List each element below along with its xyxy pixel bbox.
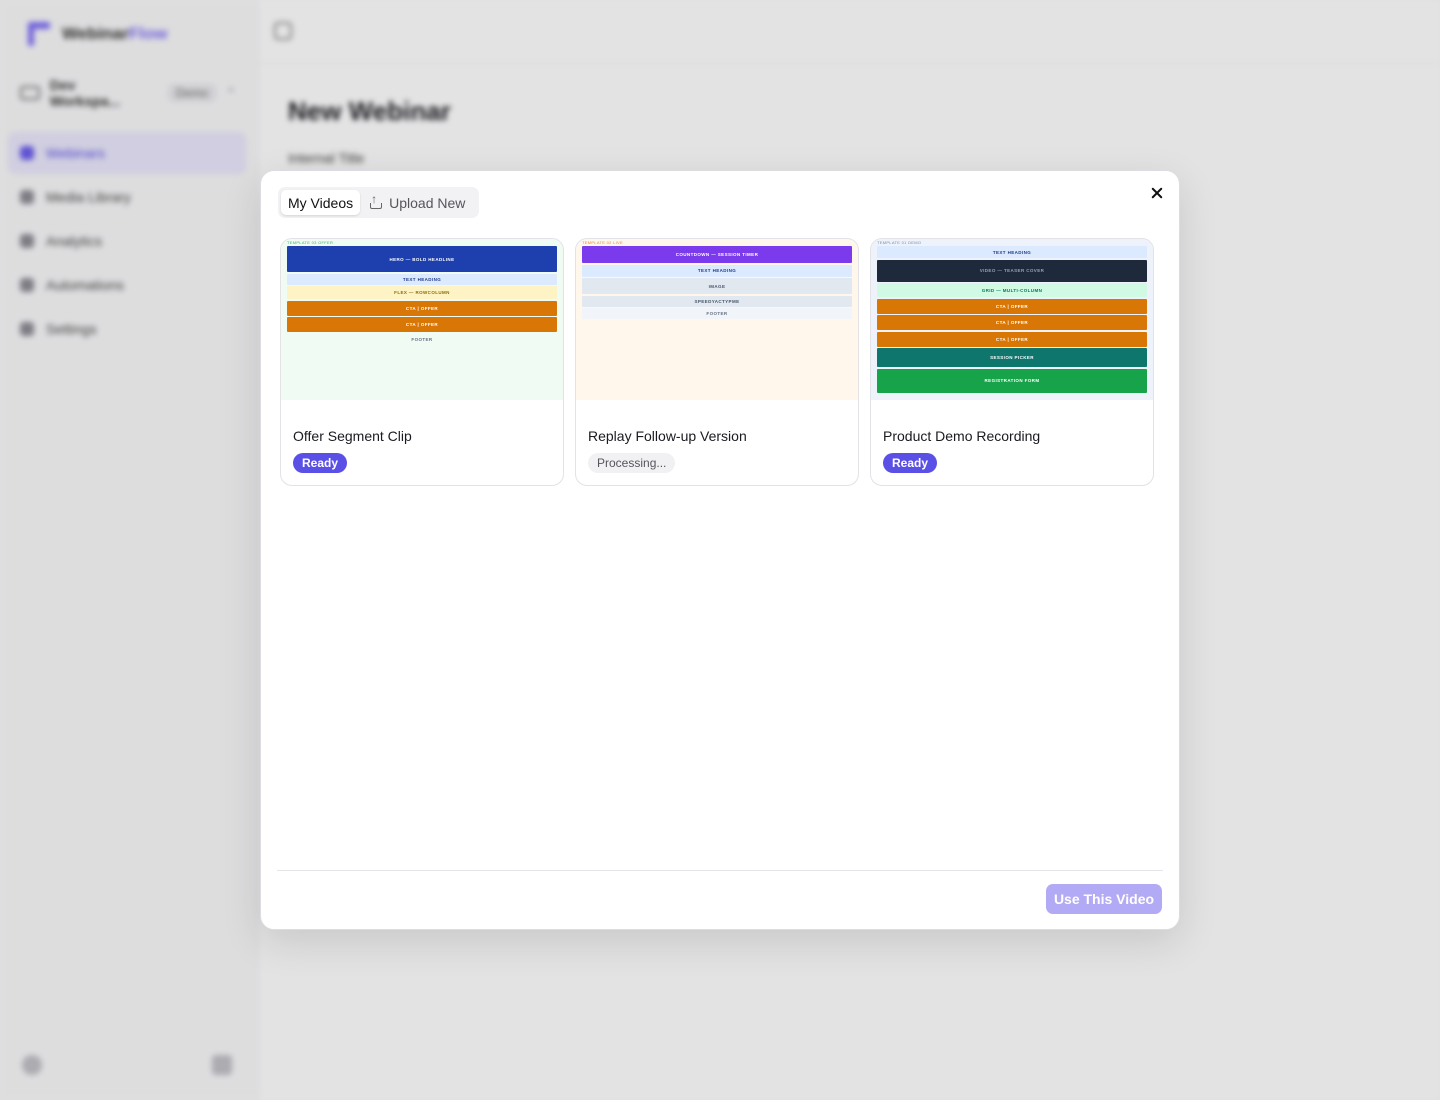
video-title: Replay Follow-up Version (588, 428, 747, 444)
thumbnail-block: COUNTDOWN — SESSION TIMER (582, 246, 852, 263)
use-this-video-button[interactable]: Use This Video (1046, 884, 1162, 914)
thumbnail-block: CTA | OFFER (877, 331, 1147, 347)
status-badge: Ready (293, 453, 348, 473)
thumbnail-blocks: HERO — BOLD HEADLINE TEXT HEADING FLEX — R… (287, 246, 557, 345)
video-card[interactable]: TEMPLATE 01 DEMO TEXT HEADING VIDEO — TEA… (870, 238, 1154, 486)
thumbnail-block: FOOTER (582, 308, 852, 319)
thumbnail-block: CTA | OFFER (877, 298, 1147, 314)
thumbnail-block: SPEEDYACTYPME (582, 295, 852, 307)
tab-my-videos[interactable]: My Videos (281, 190, 361, 215)
video-grid: TEMPLATE 03 OFFER HERO — BOLD HEADLINE TE… (280, 238, 1154, 486)
tab-label: Upload New (389, 194, 466, 211)
video-card[interactable]: TEMPLATE 02 LIVE COUNTDOWN — SESSION TIM… (575, 238, 859, 486)
status-badge: Processing... (588, 453, 676, 473)
thumbnail-template-label: TEMPLATE 01 DEMO (877, 240, 922, 245)
status-badge: Ready (883, 453, 938, 473)
thumbnail-block: SESSION PICKER (877, 348, 1147, 367)
video-title: Product Demo Recording (883, 428, 1041, 444)
tab-upload-new[interactable]: Upload New (362, 190, 472, 215)
thumbnail-block: FLEX — ROWCOLUMN (287, 286, 557, 299)
video-source-tabs: My Videos Upload New (278, 187, 479, 218)
video-picker-dialog: My Videos Upload New TEMPLATE 03 OFFER H… (260, 170, 1180, 930)
tab-label: My Videos (288, 194, 354, 211)
thumbnail-block: CTA | OFFER (877, 315, 1147, 330)
thumbnail-block: IMAGE (582, 278, 852, 294)
upload-icon (369, 192, 383, 210)
thumbnail-block: FOOTER (411, 336, 433, 342)
video-thumbnail: TEMPLATE 03 OFFER HERO — BOLD HEADLINE TE… (281, 239, 563, 400)
thumbnail-block: CTA | OFFER (287, 300, 557, 316)
thumbnail-block: HERO — BOLD HEADLINE (287, 246, 557, 272)
footer-divider (277, 870, 1163, 871)
thumbnail-block: TEXT HEADING (877, 246, 1147, 258)
video-card[interactable]: TEMPLATE 03 OFFER HERO — BOLD HEADLINE TE… (280, 238, 564, 486)
thumbnail-block: VIDEO — TEASER COVER (877, 259, 1147, 282)
thumbnail-block: CTA | OFFER (287, 317, 557, 332)
thumbnail-block: TEXT HEADING (287, 273, 557, 285)
close-button[interactable] (1147, 183, 1167, 203)
thumbnail-block: TEXT HEADING (582, 264, 852, 277)
thumbnail-template-label: TEMPLATE 02 LIVE (582, 240, 623, 245)
video-thumbnail: TEMPLATE 02 LIVE COUNTDOWN — SESSION TIM… (576, 239, 858, 400)
video-title: Offer Segment Clip (293, 428, 412, 444)
thumbnail-blocks: TEXT HEADING VIDEO — TEASER COVER GRID — M… (877, 246, 1147, 393)
thumbnail-block: REGISTRATION FORM (877, 368, 1147, 393)
thumbnail-blocks: COUNTDOWN — SESSION TIMER TEXT HEADING IMA… (582, 246, 852, 319)
thumbnail-block: GRID — MULTI-COLUMN (877, 283, 1147, 297)
thumbnail-template-label: TEMPLATE 03 OFFER (287, 240, 334, 245)
video-thumbnail: TEMPLATE 01 DEMO TEXT HEADING VIDEO — TEA… (871, 239, 1153, 400)
